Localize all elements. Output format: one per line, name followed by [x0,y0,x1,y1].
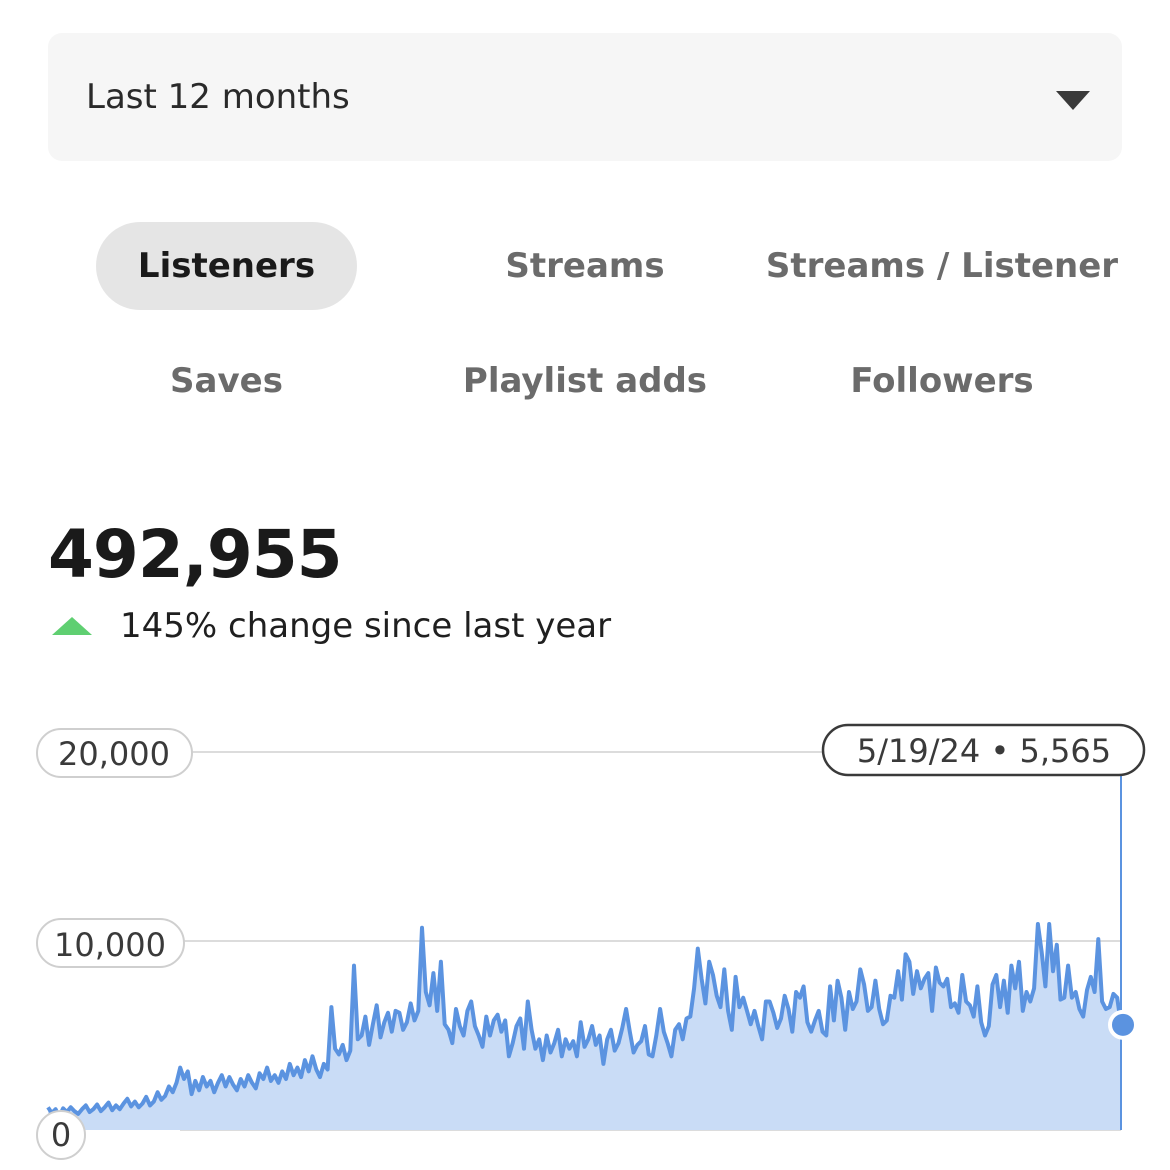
tab-label: Playlist adds [462,361,708,401]
triangle-up-icon [52,617,92,635]
y-tick-label: 20,000 [58,735,170,773]
y-tick-10000: 10,000 [36,918,185,968]
tab-label: Streams [505,246,665,286]
tab-label: Saves [170,361,283,401]
tab-streams-per-listener[interactable]: Streams / Listener [765,222,1119,310]
tab-label: Listeners [137,246,316,286]
tab-saves[interactable]: Saves [96,337,357,425]
chart-selected-point[interactable] [1108,1009,1138,1040]
y-tick-20000: 20,000 [36,728,193,778]
tooltip-text: 5/19/24 • 5,565 [857,732,1111,770]
change-indicator: 145% change since last year [52,606,611,646]
listeners-chart[interactable]: 20,000 10,000 0 5/19/24 • 5,565 [0,700,1170,1170]
y-tick-label: 0 [51,1116,71,1154]
tab-label: Streams / Listener [765,246,1119,286]
tab-followers[interactable]: Followers [812,337,1072,425]
total-listeners-value: 492,955 [48,516,343,593]
period-dropdown-value: Last 12 months [86,77,350,117]
caret-down-icon [1056,91,1090,110]
period-dropdown[interactable]: Last 12 months [48,33,1122,161]
y-tick-0: 0 [36,1110,86,1160]
y-tick-label: 10,000 [54,926,166,964]
change-text: 145% change since last year [120,606,612,646]
tab-streams[interactable]: Streams [455,222,715,310]
tab-playlist-adds[interactable]: Playlist adds [445,337,725,425]
chart-tooltip: 5/19/24 • 5,565 [821,723,1146,777]
tab-listeners[interactable]: Listeners [96,222,357,310]
tab-label: Followers [850,361,1034,401]
chart-area-fill [48,924,1121,1130]
